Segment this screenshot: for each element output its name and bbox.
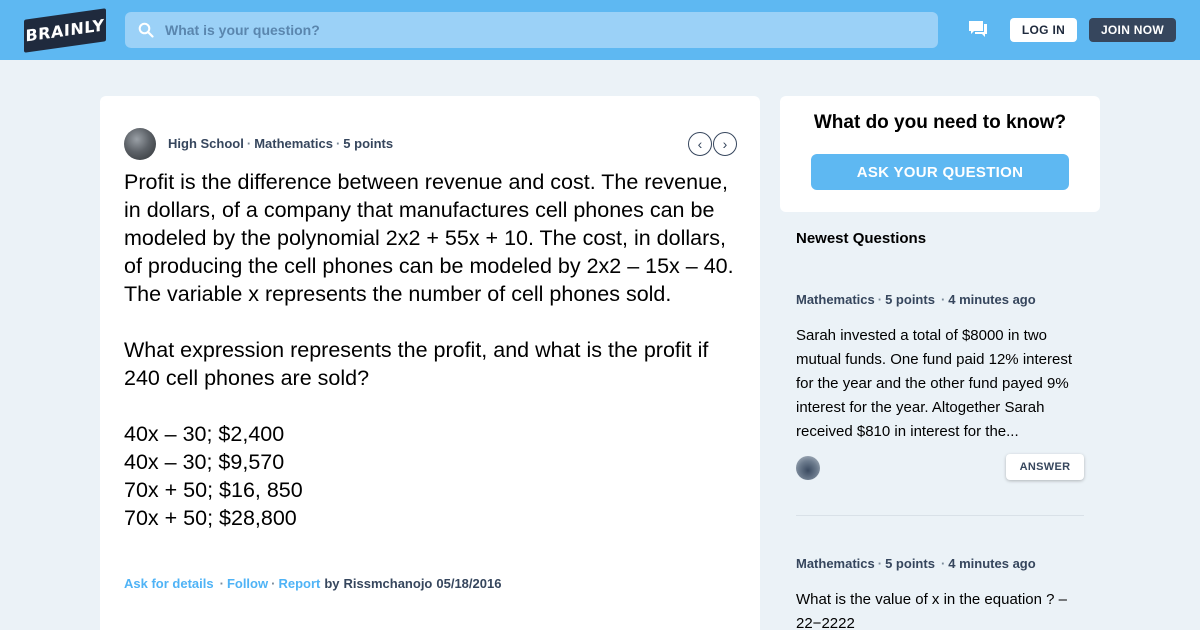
footer-separator: · [219,576,224,591]
question-paragraph: Profit is the difference between revenue… [124,170,734,306]
subject-link[interactable]: Mathematics [796,292,875,307]
footer-separator: · [271,576,276,591]
question-footer: Ask for details · Follow · Report by Ris… [124,576,501,591]
answer-option: 70x + 50; $28,800 [124,506,297,530]
avatar[interactable] [796,456,820,480]
follow-link[interactable]: Follow [227,576,268,591]
meta-separator: · [246,136,252,151]
newest-questions-heading: Newest Questions [796,230,927,247]
meta-separator: · [335,136,341,151]
newest-item-text[interactable]: Sarah invested a total of $8000 in two m… [796,324,1088,444]
search-input[interactable] [165,22,865,38]
messages-icon[interactable] [968,20,988,38]
ask-question-card: What do you need to know? ASK YOUR QUEST… [780,96,1100,212]
ask-for-details-link[interactable]: Ask for details [124,576,214,591]
brainly-logo[interactable]: BRAINLY [24,8,106,53]
meta-separator: · [877,292,883,307]
question-text: Profit is the difference between revenue… [124,168,744,532]
subject-link[interactable]: Mathematics [254,136,333,151]
answer-option: 40x – 30; $9,570 [124,450,285,474]
meta-separator: · [940,556,946,571]
points-label: 5 points [885,556,935,571]
ask-question-button[interactable]: ASK YOUR QUESTION [811,154,1069,190]
answer-button[interactable]: ANSWER [1006,454,1084,480]
author-name[interactable]: Rissmchanojo [344,576,433,591]
chevron-left-icon[interactable]: ‹ [688,132,712,156]
question-paragraph: What expression represents the profit, a… [124,338,709,390]
meta-separator: · [877,556,883,571]
answer-option: 40x – 30; $2,400 [124,422,285,446]
answer-option: 70x + 50; $16, 850 [124,478,303,502]
by-label: by [324,576,340,591]
search-icon [138,22,154,38]
top-bar: BRAINLY LOG IN JOIN NOW [0,0,1200,60]
newest-item-text[interactable]: What is the value of x in the equation ?… [796,588,1088,630]
time-ago: 4 minutes ago [948,556,1036,571]
report-link[interactable]: Report [278,576,320,591]
search-bar[interactable] [125,12,938,48]
time-ago: 4 minutes ago [948,292,1036,307]
subject-link[interactable]: Mathematics [796,556,875,571]
login-button[interactable]: LOG IN [1010,18,1077,42]
meta-separator: · [940,292,946,307]
ask-title: What do you need to know? [813,112,1067,133]
divider [796,515,1084,516]
newest-item-meta: Mathematics · 5 points · 4 minutes ago [796,556,1036,571]
question-card: High School · Mathematics · 5 points ‹ ›… [100,96,760,630]
points-label: 5 points [885,292,935,307]
avatar[interactable] [124,128,156,160]
newest-item-meta: Mathematics · 5 points · 4 minutes ago [796,292,1036,307]
chevron-right-icon[interactable]: › [713,132,737,156]
join-button[interactable]: JOIN NOW [1089,18,1176,42]
question-meta: High School · Mathematics · 5 points [168,136,393,151]
question-date: 05/18/2016 [436,576,502,591]
points-label: 5 points [343,136,394,151]
logo-text: BRAINLY [25,15,105,46]
question-navigation: ‹ › [688,132,738,156]
school-level[interactable]: High School [168,136,244,151]
